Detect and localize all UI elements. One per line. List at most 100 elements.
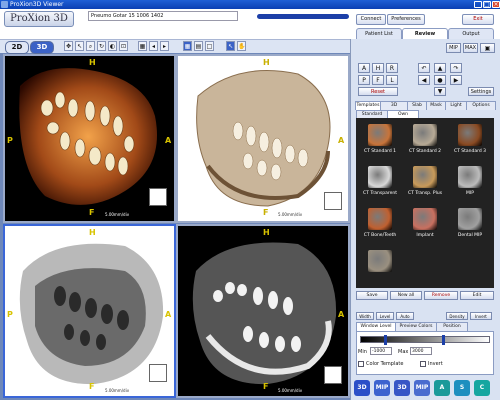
view-sagittal-button[interactable]: S xyxy=(454,380,470,396)
preset-item[interactable] xyxy=(358,250,402,290)
histogram-bar[interactable] xyxy=(360,335,490,345)
layout-grid-icon[interactable]: ▦ xyxy=(183,41,192,51)
preset-item[interactable]: Implant xyxy=(403,208,447,248)
invert-button[interactable]: Invert xyxy=(470,312,492,320)
tab-slab[interactable]: Slab xyxy=(407,101,427,110)
close-button[interactable]: × xyxy=(492,1,500,8)
color-map-icon[interactable]: ▦ xyxy=(138,41,147,51)
expand-icon[interactable]: ▣ xyxy=(480,43,495,53)
orient-p-button[interactable]: P xyxy=(358,75,370,85)
cursor-icon[interactable]: ↖ xyxy=(75,41,84,51)
reset-button[interactable]: Reset xyxy=(358,87,398,96)
tab-window-level[interactable]: Window Level xyxy=(356,322,396,331)
file-path-field[interactable]: Pneumo Gotar 15 1006 1402 xyxy=(88,11,238,21)
series-slider[interactable] xyxy=(257,14,349,19)
tab-output[interactable]: Output xyxy=(448,28,494,39)
min-input[interactable]: -1000 xyxy=(370,347,392,355)
connect-button[interactable]: Connect xyxy=(356,14,386,25)
tab-mask[interactable]: Mask xyxy=(426,101,446,110)
remove-preset-button[interactable]: Remove xyxy=(424,291,458,300)
orient-right-label: A xyxy=(338,136,345,145)
orient-right-label: A xyxy=(338,310,345,319)
preset-item[interactable]: CT Transparent xyxy=(358,166,402,206)
measure-icon[interactable]: ⊡ xyxy=(119,41,128,51)
mip-button[interactable]: MIP xyxy=(446,43,461,53)
view-3d-button[interactable]: 3D xyxy=(354,380,370,396)
arrow-right-icon[interactable]: ▶ xyxy=(450,75,462,85)
min-handle[interactable] xyxy=(384,335,388,345)
window-level-icon[interactable]: ◐ xyxy=(108,41,117,51)
maximize-button[interactable]: □ xyxy=(483,1,491,8)
orient-top-label: H xyxy=(89,228,96,237)
arrow-up-icon[interactable]: ▲ xyxy=(434,63,446,73)
orient-r-button[interactable]: R xyxy=(386,63,398,73)
rotate-left-icon[interactable]: ↶ xyxy=(418,63,430,73)
color-template-checkbox[interactable] xyxy=(358,361,364,367)
viewport-bottom-right[interactable]: H A F 5.00mm/div xyxy=(176,224,350,398)
preferences-button[interactable]: Preferences xyxy=(387,14,425,25)
preset-thumbnail xyxy=(458,208,482,230)
edit-preset-button[interactable]: Edit xyxy=(460,291,494,300)
app-logo: ProXion 3D xyxy=(4,11,74,27)
exit-button[interactable]: Exit xyxy=(462,14,494,25)
view-mip-alt-button[interactable]: MIP xyxy=(414,380,430,396)
preset-item[interactable]: CT Standard 1 xyxy=(358,124,402,164)
orient-a-button[interactable]: A xyxy=(358,63,370,73)
orient-h-button[interactable]: H xyxy=(372,63,384,73)
mode-2d-button[interactable]: 2D xyxy=(5,41,29,54)
preset-item[interactable]: CT Transp. Plus xyxy=(403,166,447,206)
level-button[interactable]: Level xyxy=(376,312,394,320)
pan-tool-icon[interactable]: ✋ xyxy=(237,41,246,51)
tab-review[interactable]: Review xyxy=(402,28,448,39)
view-mip-button[interactable]: MIP xyxy=(374,380,390,396)
preset-item[interactable]: CT Standard 3 xyxy=(448,124,492,164)
preset-item[interactable]: Dental MIP xyxy=(448,208,492,248)
tab-preview-colors[interactable]: Preview Colors xyxy=(395,322,437,331)
rotate-icon[interactable]: ↻ xyxy=(97,41,106,51)
minimize-button[interactable]: _ xyxy=(474,1,482,8)
tab-options[interactable]: Options xyxy=(466,101,496,110)
viewport-top-left[interactable]: H P A F 5.00mm/div xyxy=(3,54,176,223)
zoom-icon[interactable]: ⌕ xyxy=(86,41,95,51)
layout-single-icon[interactable]: □ xyxy=(205,41,214,51)
select-tool-icon[interactable]: ↖ xyxy=(226,41,235,51)
max-input[interactable]: 3000 xyxy=(410,347,432,355)
viewport-top-right[interactable]: H A F 5.00mm/div xyxy=(176,54,350,223)
tab-patient-list[interactable]: Patient List xyxy=(356,28,402,39)
invert-checkbox[interactable] xyxy=(420,361,426,367)
window-title: ProXion3D Viewer xyxy=(10,1,64,8)
rotate-right-icon[interactable]: ↷ xyxy=(450,63,462,73)
tab-position[interactable]: Position xyxy=(436,322,468,331)
preset-item[interactable]: CT Standard 2 xyxy=(403,124,447,164)
orient-l-button[interactable]: L xyxy=(386,75,398,85)
new-preset-button[interactable]: New all xyxy=(390,291,422,300)
arrow-down-icon[interactable]: ▼ xyxy=(434,87,446,96)
mode-3d-button[interactable]: 3D xyxy=(30,41,54,54)
layout-split-icon[interactable]: ▤ xyxy=(194,41,203,51)
view-coronal-button[interactable]: C xyxy=(474,380,490,396)
next-icon[interactable]: ▸ xyxy=(160,41,169,51)
tab-templates[interactable]: Templates xyxy=(355,101,381,110)
auto-button[interactable]: Auto xyxy=(396,312,414,320)
orient-f-button[interactable]: F xyxy=(372,75,384,85)
density-button[interactable]: Density xyxy=(446,312,468,320)
tab-3d-settings[interactable]: 3D Settings xyxy=(380,101,408,116)
save-preset-button[interactable]: Save xyxy=(356,291,388,300)
center-icon[interactable]: ● xyxy=(434,75,446,85)
max-button[interactable]: MAX xyxy=(463,43,478,53)
preset-item[interactable]: MIP xyxy=(448,166,492,206)
arrow-left-icon[interactable]: ◀ xyxy=(418,75,430,85)
orientation-figure-icon xyxy=(149,364,167,382)
settings-button[interactable]: Settings xyxy=(468,87,494,96)
max-handle[interactable] xyxy=(441,335,445,345)
preset-item[interactable]: CT Bone/Teeth xyxy=(358,208,402,248)
tab-light[interactable]: Light xyxy=(445,101,467,110)
move-icon[interactable]: ✥ xyxy=(64,41,73,51)
view-axial-button[interactable]: A xyxy=(434,380,450,396)
preset-thumbnail xyxy=(413,208,437,230)
preset-label: Implant xyxy=(416,233,434,238)
prev-icon[interactable]: ◂ xyxy=(149,41,158,51)
view-3d-alt-button[interactable]: 3D xyxy=(394,380,410,396)
width-button[interactable]: Width xyxy=(356,312,374,320)
viewport-bottom-left[interactable]: H P A F 5.00mm/div xyxy=(3,224,176,398)
